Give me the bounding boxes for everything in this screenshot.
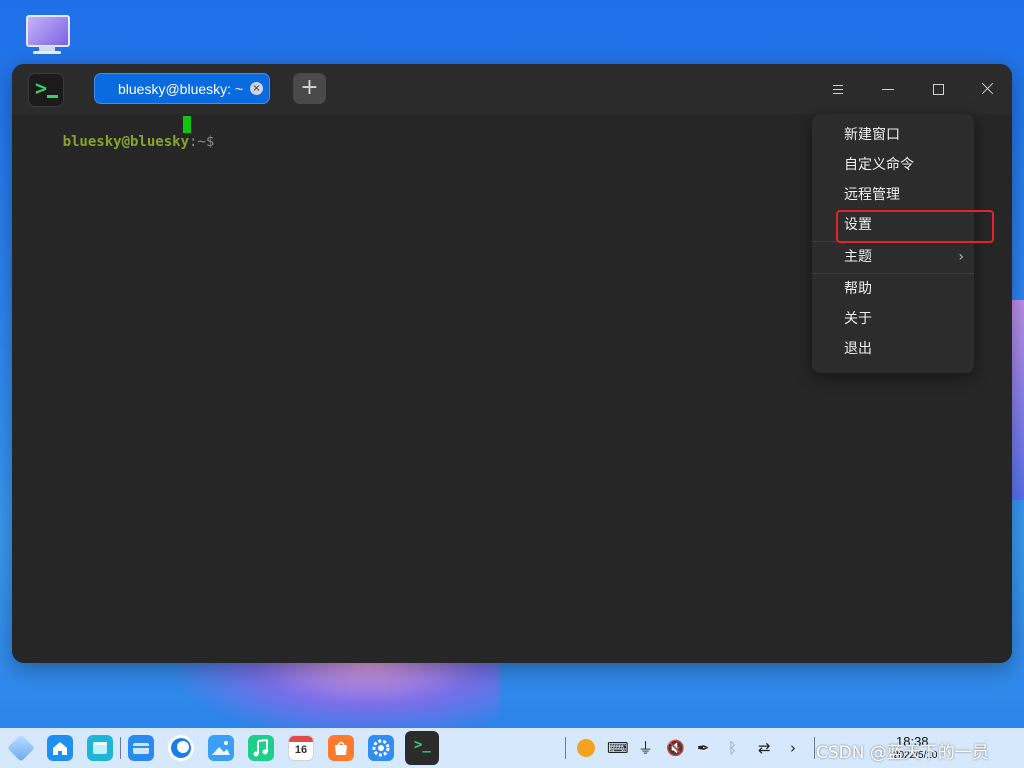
volume-muted-icon[interactable]: 🔇 (666, 737, 685, 759)
menu-item-new-window[interactable]: 新建窗口 (812, 120, 974, 150)
menu-item-theme[interactable]: 主题 › (812, 242, 974, 272)
taskbar-divider (120, 737, 121, 759)
menu-item-help[interactable]: 帮助 (812, 274, 974, 304)
terminal-logo-icon: > (28, 73, 64, 107)
calendar-day: 16 (294, 744, 308, 756)
watermark: CSDN @蓝天下的一员 (816, 743, 989, 763)
keyboard-icon[interactable]: ⌨ (607, 737, 629, 759)
settings-icon[interactable] (368, 735, 394, 761)
browser-icon[interactable] (168, 735, 194, 761)
tab-title: bluesky@bluesky: ~ (118, 81, 244, 97)
terminal-icon[interactable]: >_ (405, 731, 439, 765)
menu-item-remote-management[interactable]: 远程管理 (812, 180, 974, 210)
tab-terminal[interactable]: bluesky@bluesky: ~ × (94, 73, 270, 104)
menu-item-exit[interactable]: 退出 (812, 334, 974, 364)
app-store-icon[interactable] (328, 735, 354, 761)
titlebar[interactable]: > bluesky@bluesky: ~ × + (12, 64, 1012, 114)
chevron-right-icon[interactable]: › (790, 737, 796, 759)
maximize-icon[interactable] (925, 76, 951, 102)
close-icon[interactable] (974, 76, 1000, 102)
prompt-path: :~$ (189, 134, 215, 150)
tab-close-icon[interactable]: × (250, 82, 263, 95)
file-manager-icon[interactable] (128, 735, 154, 761)
menu-item-about[interactable]: 关于 (812, 304, 974, 334)
network-icon[interactable]: ⇄ (758, 737, 771, 759)
menu-icon[interactable] (825, 76, 851, 102)
chevron-right-icon: › (958, 249, 964, 265)
app-menu: 新建窗口 自定义命令 远程管理 设置 主题 › 帮助 关于 退出 (812, 114, 974, 373)
multitask-icon[interactable] (87, 735, 113, 761)
home-icon[interactable] (47, 735, 73, 761)
taskbar-divider (814, 737, 815, 759)
music-icon[interactable] (248, 735, 274, 761)
bluetooth-icon[interactable]: ᛒ (728, 737, 737, 759)
monitor-base (33, 51, 61, 54)
pen-icon[interactable]: ✒ (697, 737, 710, 759)
text-cursor (183, 116, 191, 133)
taskbar-divider (565, 737, 566, 759)
prompt-user: bluesky@bluesky (62, 134, 190, 150)
usb-icon[interactable]: ⏚ (638, 737, 653, 759)
annotation-highlight-box (836, 210, 994, 243)
image-viewer-icon[interactable] (208, 735, 234, 761)
monitor-screen (26, 15, 70, 47)
minimize-icon[interactable] (875, 76, 901, 102)
calendar-icon[interactable]: 16 (288, 735, 314, 761)
menu-item-custom-commands[interactable]: 自定义命令 (812, 150, 974, 180)
new-tab-button[interactable]: + (293, 73, 326, 104)
computer-icon[interactable] (24, 12, 70, 56)
launcher-icon[interactable] (7, 734, 35, 762)
input-method-icon[interactable] (577, 739, 595, 757)
